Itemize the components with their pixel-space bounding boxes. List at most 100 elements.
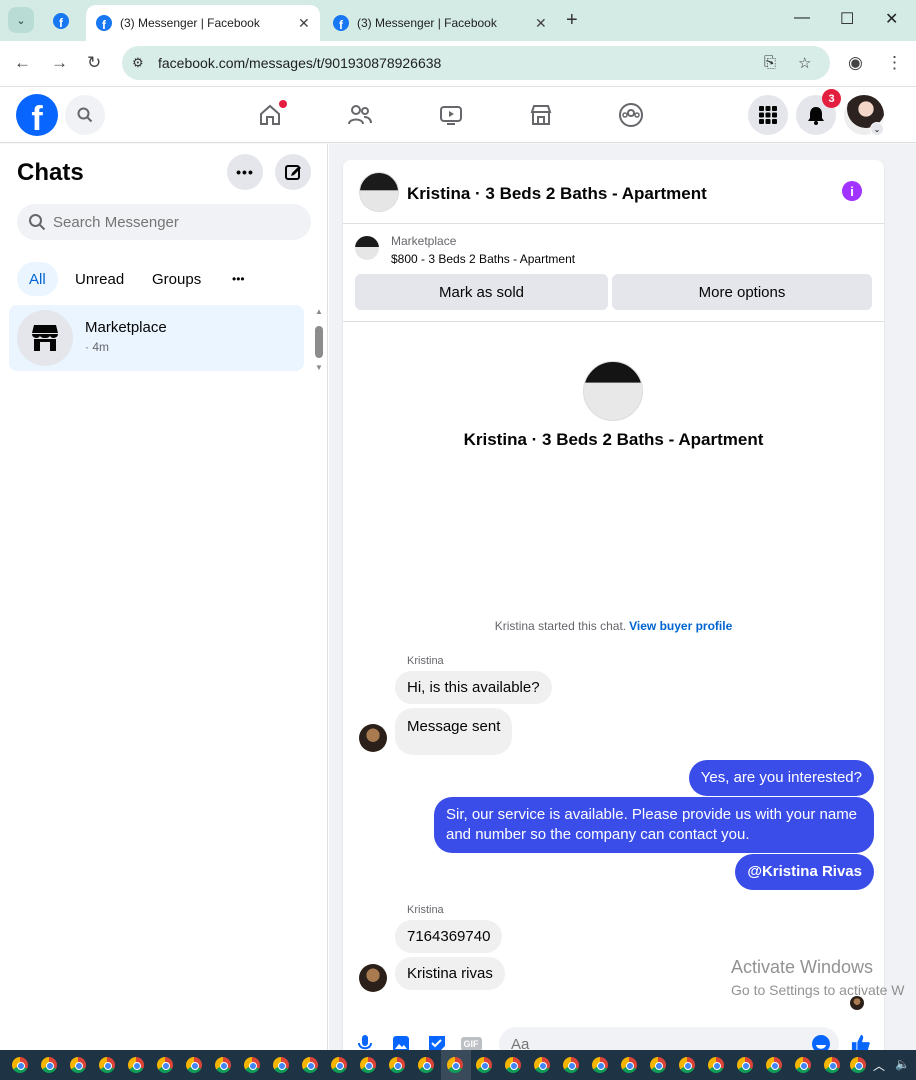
site-settings-icon[interactable]: ⚙ — [132, 55, 144, 71]
scrollbar-thumb[interactable] — [315, 326, 323, 358]
pinned-facebook-tab[interactable]: f — [46, 8, 76, 34]
chrome-taskbar-icon[interactable] — [302, 1057, 318, 1073]
search-messenger[interactable] — [17, 204, 311, 240]
browser-tab-active[interactable]: f (3) Messenger | Facebook ✕ — [86, 5, 320, 41]
profile-icon[interactable]: ◉ — [848, 53, 863, 73]
message-bubble-incoming[interactable]: 7164369740 — [395, 920, 503, 953]
listing-thumbnail[interactable] — [355, 236, 379, 260]
chrome-taskbar-icon[interactable] — [766, 1057, 782, 1073]
message-bubble-incoming[interactable]: Message sent — [395, 708, 513, 755]
volume-icon[interactable]: 🔈 — [895, 1057, 910, 1071]
filter-more-button[interactable]: ••• — [220, 262, 257, 296]
address-bar[interactable]: ⚙ facebook.com/messages/t/90193087892663… — [122, 46, 830, 80]
chevron-down-icon[interactable]: ⌄ — [870, 122, 884, 136]
url-text[interactable]: facebook.com/messages/t/901930878926638 — [158, 55, 441, 71]
chrome-taskbar-icon[interactable] — [186, 1057, 202, 1073]
chrome-taskbar-icon[interactable] — [505, 1057, 521, 1073]
message-input[interactable] — [499, 1027, 839, 1050]
chrome-taskbar-icon[interactable] — [273, 1057, 289, 1073]
install-app-icon[interactable]: ⎘ — [764, 54, 776, 71]
browser-tab[interactable]: f (3) Messenger | Facebook ✕ — [323, 5, 557, 41]
watch-video-icon[interactable] — [437, 101, 465, 129]
chrome-taskbar-icon[interactable] — [737, 1057, 753, 1073]
chrome-taskbar-icon[interactable] — [157, 1057, 173, 1073]
chrome-taskbar-icon[interactable] — [360, 1057, 376, 1073]
listing-title[interactable]: $800 - 3 Beds 2 Baths - Apartment — [391, 252, 575, 266]
chrome-taskbar-icon[interactable] — [70, 1057, 86, 1073]
back-arrow-icon[interactable]: ← — [14, 53, 31, 73]
menu-grid-button[interactable] — [748, 95, 788, 135]
microphone-icon[interactable] — [355, 1034, 375, 1050]
chat-list-item[interactable]: Marketplace · 4m — [9, 305, 304, 371]
like-thumb-icon[interactable] — [851, 1034, 871, 1050]
emoji-icon[interactable] — [811, 1034, 831, 1050]
chrome-taskbar-icon[interactable] — [418, 1057, 434, 1073]
filter-all-tab[interactable]: All — [17, 262, 58, 296]
close-icon[interactable]: ✕ — [298, 15, 310, 32]
window-close-icon[interactable]: ✕ — [885, 9, 898, 29]
chrome-taskbar-icon[interactable] — [447, 1057, 463, 1073]
more-options-button[interactable]: More options — [612, 274, 872, 310]
friends-icon[interactable] — [346, 101, 374, 129]
sender-avatar[interactable] — [359, 964, 387, 992]
chrome-taskbar-icon[interactable] — [708, 1057, 724, 1073]
photo-icon[interactable] — [391, 1034, 411, 1050]
sender-avatar[interactable] — [359, 724, 387, 752]
home-notification-dot — [279, 100, 287, 108]
message-bubble-incoming[interactable]: Hi, is this available? — [395, 671, 552, 704]
chrome-taskbar-icon[interactable] — [331, 1057, 347, 1073]
message-bubble-outgoing[interactable]: Sir, our service is available. Please pr… — [434, 797, 874, 853]
scroll-down-arrow-icon[interactable]: ▼ — [315, 363, 323, 372]
scroll-up-arrow-icon[interactable]: ▲ — [315, 307, 323, 316]
chrome-taskbar-icon[interactable] — [244, 1057, 260, 1073]
chrome-taskbar-icon[interactable] — [12, 1057, 28, 1073]
search-button[interactable] — [65, 95, 105, 135]
chrome-taskbar-icon[interactable] — [41, 1057, 57, 1073]
chrome-taskbar-icon[interactable] — [621, 1057, 637, 1073]
intro-avatar[interactable] — [583, 361, 643, 421]
sticker-icon[interactable] — [427, 1034, 447, 1050]
chrome-taskbar-icon[interactable] — [824, 1057, 840, 1073]
search-messenger-input[interactable] — [53, 204, 303, 240]
minimize-icon[interactable]: — — [794, 9, 810, 27]
new-message-button[interactable] — [275, 154, 311, 190]
reload-icon[interactable]: ↻ — [87, 53, 101, 73]
mark-as-sold-button[interactable]: Mark as sold — [355, 274, 608, 310]
chrome-taskbar-icon[interactable] — [650, 1057, 666, 1073]
message-text-field[interactable] — [499, 1027, 799, 1050]
chrome-taskbar-icon[interactable] — [215, 1057, 231, 1073]
view-buyer-profile-link[interactable]: View buyer profile — [629, 619, 732, 633]
chrome-taskbar-icon[interactable] — [679, 1057, 695, 1073]
facebook-logo-icon[interactable]: f — [16, 94, 58, 136]
message-bubble-incoming[interactable]: Kristina rivas — [395, 957, 505, 990]
gif-icon[interactable]: GIF — [460, 1034, 482, 1050]
chrome-taskbar-icon[interactable] — [592, 1057, 608, 1073]
chrome-taskbar-icon[interactable] — [795, 1057, 811, 1073]
tab-search-icon[interactable]: ⌄ — [8, 7, 34, 33]
chrome-taskbar-icon[interactable] — [563, 1057, 579, 1073]
tray-chevron-up-icon[interactable]: ︿ — [873, 1057, 885, 1074]
marketplace-icon[interactable] — [527, 101, 555, 129]
filter-groups-tab[interactable]: Groups — [140, 262, 213, 296]
chrome-taskbar-icon[interactable] — [850, 1057, 866, 1073]
forward-arrow-icon[interactable]: → — [51, 53, 68, 73]
bookmark-star-icon[interactable]: ☆ — [798, 54, 811, 72]
browser-menu-icon[interactable]: ⋮ — [886, 53, 903, 73]
groups-icon[interactable] — [617, 101, 645, 129]
new-tab-icon[interactable]: + — [566, 9, 578, 32]
sender-name: Kristina — [407, 655, 444, 667]
close-icon[interactable]: ✕ — [535, 15, 547, 32]
message-bubble-outgoing[interactable]: @Kristina Rivas — [735, 854, 874, 890]
info-icon[interactable]: i — [842, 181, 862, 201]
chrome-taskbar-icon[interactable] — [128, 1057, 144, 1073]
filter-unread-tab[interactable]: Unread — [63, 262, 136, 296]
conversation-title[interactable]: Kristina · 3 Beds 2 Baths - Apartment — [407, 184, 707, 204]
maximize-icon[interactable]: ☐ — [840, 9, 854, 29]
message-bubble-outgoing[interactable]: Yes, are you interested? — [688, 760, 874, 796]
conversation-avatar[interactable] — [359, 172, 399, 212]
chrome-taskbar-icon[interactable] — [99, 1057, 115, 1073]
chat-options-button[interactable]: ••• — [227, 154, 263, 190]
chrome-taskbar-icon[interactable] — [389, 1057, 405, 1073]
chrome-taskbar-icon[interactable] — [534, 1057, 550, 1073]
chrome-taskbar-icon[interactable] — [476, 1057, 492, 1073]
